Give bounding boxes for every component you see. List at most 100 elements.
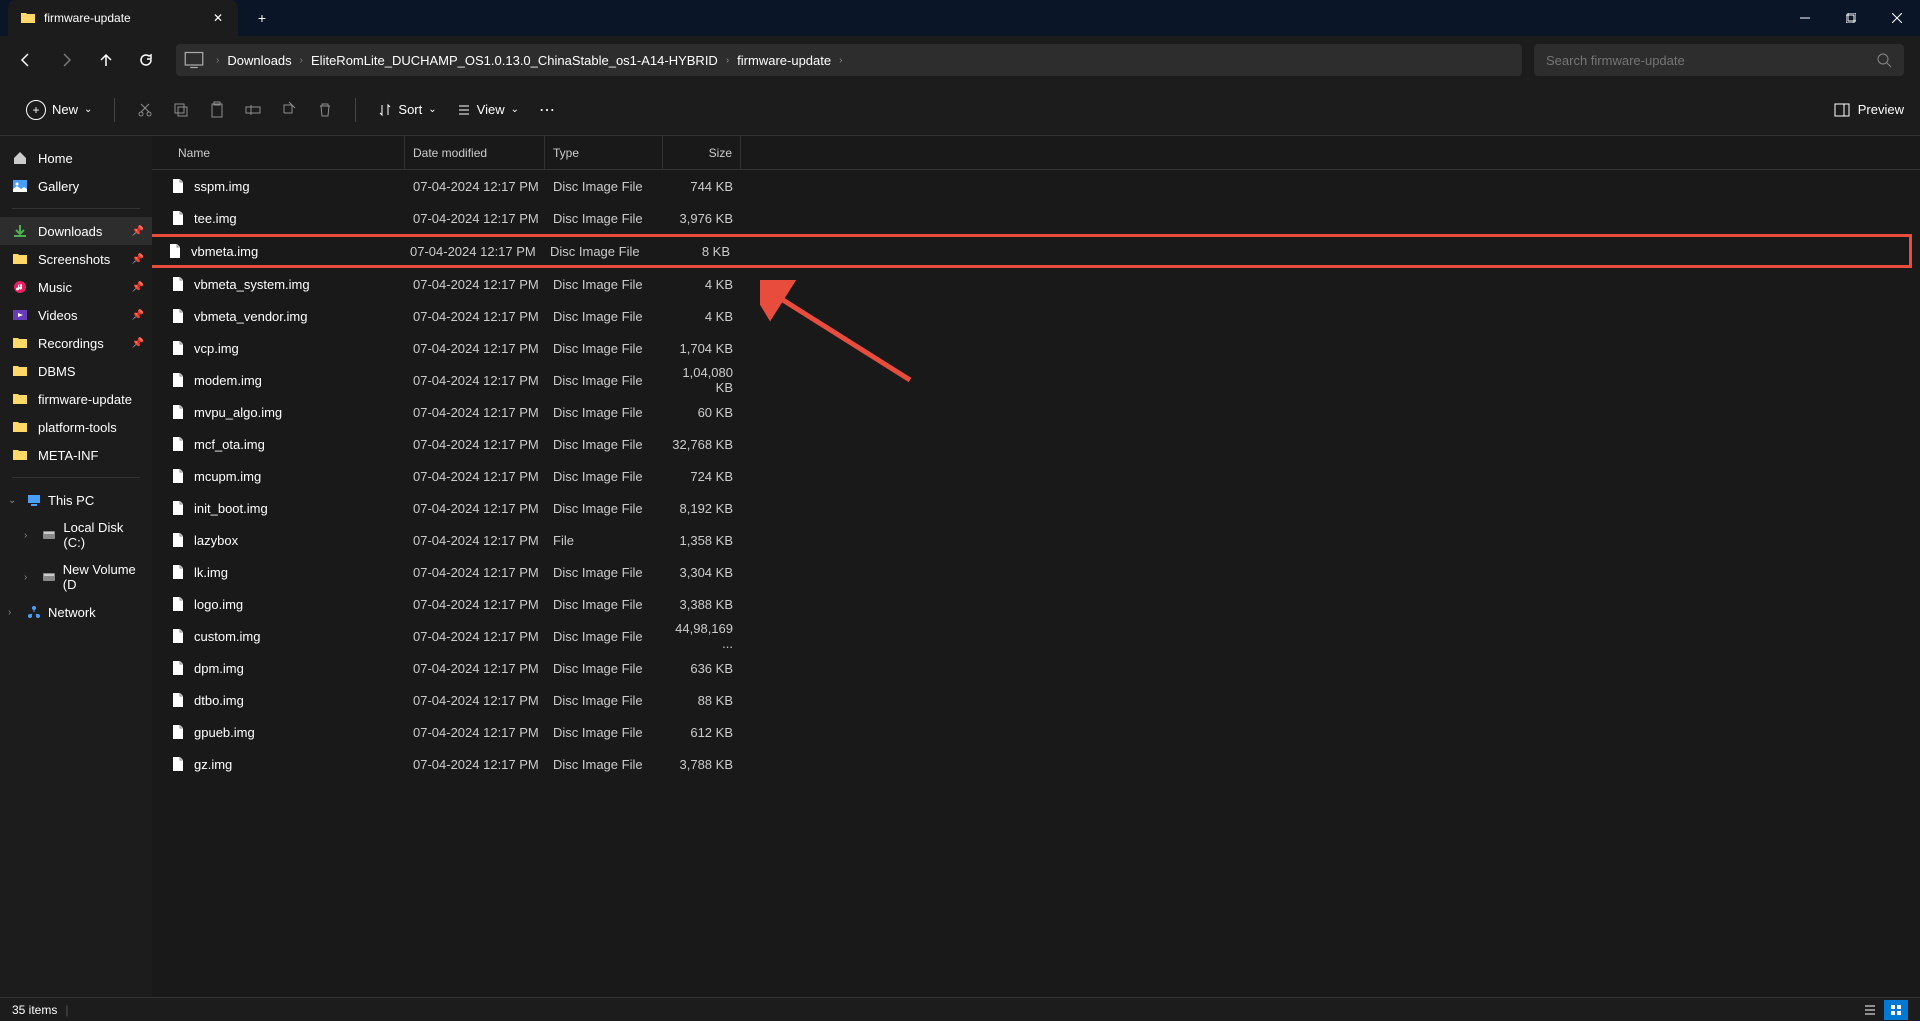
sidebar-item-label: Screenshots [38,252,110,267]
file-icon [170,628,186,644]
sidebar-item-meta-inf[interactable]: META-INF [0,441,152,469]
sort-button[interactable]: Sort ⌄ [368,96,446,123]
file-row[interactable]: custom.img 07-04-2024 12:17 PM Disc Imag… [152,620,1920,652]
file-row[interactable]: vbmeta_vendor.img 07-04-2024 12:17 PM Di… [152,300,1920,332]
file-date: 07-04-2024 12:17 PM [405,725,545,740]
copy-button[interactable] [163,92,199,128]
folder-icon [20,10,36,26]
back-button[interactable] [8,42,44,78]
chevron-icon[interactable]: › [24,530,35,541]
new-button[interactable]: + New ⌄ [16,94,102,126]
pc-icon [26,492,42,508]
view-button[interactable]: View ⌄ [447,96,529,123]
sidebar-item-label: Home [38,151,73,166]
file-size: 32,768 KB [663,437,741,452]
share-button[interactable] [271,92,307,128]
file-date: 07-04-2024 12:17 PM [405,469,545,484]
file-name: mcf_ota.img [194,437,265,452]
file-type: Disc Image File [545,565,663,580]
sidebar-item-downloads[interactable]: Downloads📌 [0,217,152,245]
preview-label: Preview [1858,102,1904,117]
file-icon [170,308,186,324]
chevron-right-icon: › [216,55,219,66]
file-row[interactable]: mcupm.img 07-04-2024 12:17 PM Disc Image… [152,460,1920,492]
file-date: 07-04-2024 12:17 PM [405,597,545,612]
file-row[interactable]: modem.img 07-04-2024 12:17 PM Disc Image… [152,364,1920,396]
cut-button[interactable] [127,92,163,128]
file-row[interactable]: gpueb.img 07-04-2024 12:17 PM Disc Image… [152,716,1920,748]
file-row[interactable]: tee.img 07-04-2024 12:17 PM Disc Image F… [152,202,1920,234]
file-row[interactable]: vbmeta.img 07-04-2024 12:17 PM Disc Imag… [152,234,1912,268]
sidebar-item-videos[interactable]: Videos📌 [0,301,152,329]
sidebar-item-gallery[interactable]: Gallery [0,172,152,200]
more-button[interactable]: ⋯ [529,92,565,128]
chevron-icon[interactable]: ⌄ [8,495,20,506]
close-tab-icon[interactable]: ✕ [210,10,226,26]
file-row[interactable]: mcf_ota.img 07-04-2024 12:17 PM Disc Ima… [152,428,1920,460]
sidebar-item-platform-tools[interactable]: platform-tools [0,413,152,441]
tab-active[interactable]: firmware-update ✕ [8,0,238,36]
file-row[interactable]: vbmeta_system.img 07-04-2024 12:17 PM Di… [152,268,1920,300]
chevron-icon[interactable]: › [24,572,35,583]
preview-button[interactable]: Preview [1834,102,1904,118]
sidebar-tree-network[interactable]: › Network [0,598,152,626]
file-row[interactable]: sspm.img 07-04-2024 12:17 PM Disc Image … [152,170,1920,202]
chevron-icon[interactable]: › [8,607,20,618]
close-button[interactable] [1874,0,1920,36]
details-view-toggle[interactable] [1884,1000,1908,1020]
delete-button[interactable] [307,92,343,128]
sidebar-item-label: Recordings [38,336,104,351]
up-button[interactable] [88,42,124,78]
new-tab-button[interactable]: + [246,2,278,34]
file-row[interactable]: init_boot.img 07-04-2024 12:17 PM Disc I… [152,492,1920,524]
pin-icon: 📌 [132,282,144,293]
file-row[interactable]: dpm.img 07-04-2024 12:17 PM Disc Image F… [152,652,1920,684]
search-input[interactable] [1546,53,1876,68]
pin-icon: 📌 [132,310,144,321]
file-row[interactable]: lazybox 07-04-2024 12:17 PM File 1,358 K… [152,524,1920,556]
file-row[interactable]: gz.img 07-04-2024 12:17 PM Disc Image Fi… [152,748,1920,780]
file-row[interactable]: dtbo.img 07-04-2024 12:17 PM Disc Image … [152,684,1920,716]
refresh-button[interactable] [128,42,164,78]
rename-button[interactable] [235,92,271,128]
file-size: 1,358 KB [663,533,741,548]
header-type[interactable]: Type [545,136,663,169]
file-name: vbmeta_system.img [194,277,310,292]
sidebar-item-dbms[interactable]: DBMS [0,357,152,385]
header-date[interactable]: Date modified [405,136,545,169]
file-row[interactable]: vcp.img 07-04-2024 12:17 PM Disc Image F… [152,332,1920,364]
file-row[interactable]: logo.img 07-04-2024 12:17 PM Disc Image … [152,588,1920,620]
sidebar-tree-local-disk--c--[interactable]: › Local Disk (C:) [0,514,152,556]
breadcrumb[interactable]: › Downloads › EliteRomLite_DUCHAMP_OS1.0… [176,44,1522,76]
sidebar-item-home[interactable]: Home [0,144,152,172]
sidebar-item-screenshots[interactable]: Screenshots📌 [0,245,152,273]
sidebar-item-recordings[interactable]: Recordings📌 [0,329,152,357]
file-date: 07-04-2024 12:17 PM [402,244,542,259]
forward-button[interactable] [48,42,84,78]
sidebar-item-firmware-update[interactable]: firmware-update [0,385,152,413]
breadcrumb-item[interactable]: Downloads [227,53,291,68]
header-size[interactable]: Size [663,136,741,169]
breadcrumb-item[interactable]: EliteRomLite_DUCHAMP_OS1.0.13.0_ChinaSta… [311,53,718,68]
minimize-button[interactable] [1782,0,1828,36]
maximize-button[interactable] [1828,0,1874,36]
sidebar-item-music[interactable]: Music📌 [0,273,152,301]
folder-icon [12,419,28,435]
file-name: logo.img [194,597,243,612]
file-icon [170,756,186,772]
file-row[interactable]: mvpu_algo.img 07-04-2024 12:17 PM Disc I… [152,396,1920,428]
breadcrumb-item[interactable]: firmware-update [737,53,831,68]
sidebar-tree-this-pc[interactable]: ⌄ This PC [0,486,152,514]
sidebar-tree-label: New Volume (D [63,562,144,592]
file-name: dpm.img [194,661,244,676]
header-name[interactable]: Name [152,136,405,169]
chevron-down-icon: ⌄ [428,104,436,115]
file-date: 07-04-2024 12:17 PM [405,565,545,580]
paste-button[interactable] [199,92,235,128]
sidebar-tree-new-volume--d[interactable]: › New Volume (D [0,556,152,598]
search-box[interactable] [1534,44,1904,76]
file-size: 3,976 KB [663,211,741,226]
window-controls [1782,0,1920,36]
file-row[interactable]: lk.img 07-04-2024 12:17 PM Disc Image Fi… [152,556,1920,588]
list-view-toggle[interactable] [1858,1000,1882,1020]
